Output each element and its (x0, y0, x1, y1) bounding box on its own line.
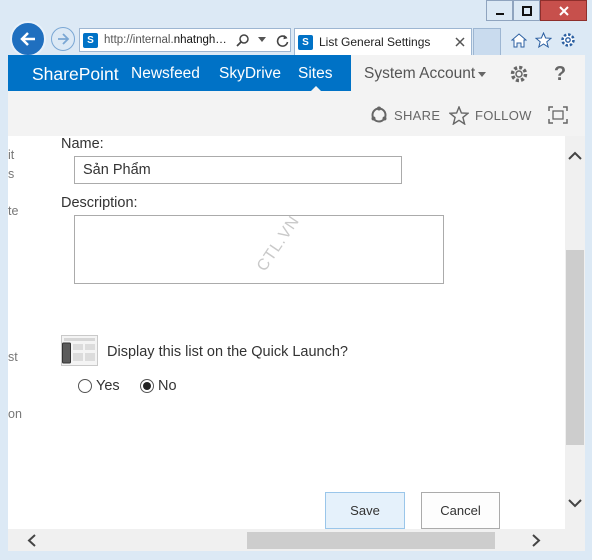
description-label: Description: (61, 195, 138, 211)
left-nav-item-fragment[interactable]: it (8, 148, 14, 162)
new-tab-button[interactable] (473, 28, 501, 55)
close-tab-icon[interactable] (455, 37, 465, 47)
scroll-down-icon[interactable] (568, 499, 582, 508)
left-nav-item-fragment[interactable]: te (8, 204, 18, 218)
follow-button[interactable]: FOLLOW (449, 105, 532, 125)
forward-icon (58, 33, 70, 45)
name-input[interactable] (74, 156, 402, 184)
nav-skydrive[interactable]: SkyDrive (219, 65, 281, 83)
sharepoint-brand[interactable]: SharePoint (32, 64, 119, 85)
forward-button[interactable] (51, 27, 75, 51)
account-menu[interactable]: System Account (364, 65, 475, 83)
account-caret-icon[interactable] (478, 72, 486, 77)
left-nav-item-fragment[interactable]: st (8, 350, 18, 364)
horizontal-scrollbar[interactable] (8, 529, 565, 551)
tab-title: List General Settings (319, 35, 431, 49)
settings-gear-icon[interactable] (508, 63, 530, 85)
back-icon (20, 32, 35, 46)
help-icon[interactable]: ? (549, 63, 571, 85)
no-radio-label[interactable]: No (158, 378, 177, 394)
quick-launch-yes-option[interactable]: Yes (78, 378, 120, 394)
quick-launch-question: Display this list on the Quick Launch? (107, 344, 348, 360)
url-text[interactable]: http://internal.nhatngh… (104, 34, 230, 46)
follow-star-icon (449, 105, 469, 125)
maximize-button[interactable] (513, 0, 540, 21)
url-prefix: http://internal. (104, 34, 174, 46)
yes-radio[interactable] (78, 379, 92, 393)
quick-launch-no-option[interactable]: No (140, 378, 177, 394)
scroll-up-icon[interactable] (568, 151, 582, 160)
scroll-left-icon[interactable] (27, 534, 36, 547)
scrollbar-corner (565, 529, 585, 551)
nav-newsfeed[interactable]: Newsfeed (131, 65, 200, 83)
vertical-scrollbar[interactable] (565, 136, 585, 529)
follow-label: FOLLOW (475, 107, 532, 123)
home-icon[interactable] (509, 30, 529, 50)
yes-radio-label[interactable]: Yes (96, 378, 120, 394)
window-frame-bottom (0, 551, 592, 560)
quick-launch-icon (61, 335, 98, 366)
back-button[interactable] (10, 21, 46, 57)
save-button[interactable]: Save (325, 492, 405, 529)
description-textarea[interactable] (74, 215, 444, 284)
close-window-icon (558, 5, 569, 16)
cancel-button[interactable]: Cancel (421, 492, 500, 529)
search-icon[interactable] (234, 32, 250, 48)
vertical-scroll-thumb[interactable] (566, 250, 584, 445)
settings-gear-icon[interactable] (558, 30, 578, 50)
window-frame-right (585, 55, 592, 560)
maximize-icon (521, 5, 532, 16)
name-label: Name: (61, 136, 104, 152)
sharepoint-tab-icon: S (298, 34, 313, 50)
minimize-button[interactable] (486, 0, 513, 21)
left-nav-item-fragment[interactable]: s (8, 167, 14, 181)
dropdown-icon[interactable] (254, 32, 270, 48)
focus-content-icon (548, 106, 568, 124)
address-bar[interactable]: S http://internal.nhatngh… (79, 28, 291, 52)
window-frame-left (0, 55, 8, 560)
nav-sites[interactable]: Sites (298, 65, 332, 83)
refresh-icon[interactable] (274, 32, 290, 48)
scroll-right-icon[interactable] (532, 534, 541, 547)
left-nav-item-fragment[interactable]: on (8, 407, 22, 421)
minimize-icon (495, 12, 504, 15)
sharepoint-favicon-icon: S (83, 32, 98, 48)
suite-bar: SharePoint Newsfeed SkyDrive Sites Syste… (8, 55, 585, 91)
favorites-star-icon[interactable] (533, 30, 553, 50)
share-icon (371, 106, 387, 123)
url-host: nhatngh… (173, 34, 227, 46)
horizontal-scroll-thumb[interactable] (247, 532, 495, 549)
share-label: SHARE (394, 107, 441, 123)
page-action-bar: SHARE FOLLOW (8, 91, 585, 136)
radio-selected-dot (143, 382, 151, 390)
no-radio[interactable] (140, 379, 154, 393)
focus-on-content-button[interactable] (548, 105, 574, 125)
share-button[interactable]: SHARE (370, 105, 440, 125)
tab-list-general-settings[interactable]: S List General Settings (294, 28, 472, 55)
close-window-button[interactable] (540, 0, 587, 21)
